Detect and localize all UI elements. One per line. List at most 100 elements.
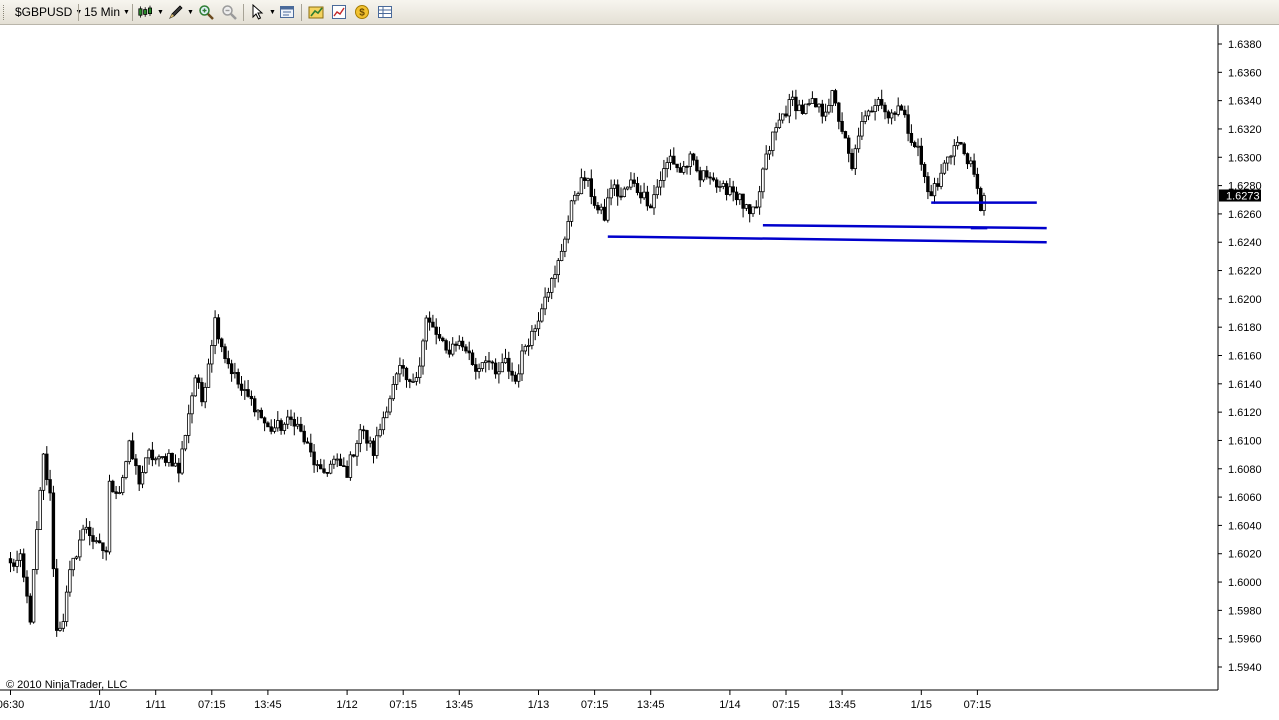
- x-tick-label: 1/13: [528, 699, 549, 711]
- candle-body: [569, 200, 574, 222]
- zoom-out-button[interactable]: [221, 3, 237, 21]
- candle-body: [955, 141, 960, 147]
- candle-body: [566, 220, 570, 240]
- candle-body: [573, 194, 577, 202]
- candle-body: [71, 557, 75, 571]
- candle-body: [190, 395, 194, 415]
- candle-body: [424, 317, 428, 342]
- x-tick-label: 1/11: [145, 699, 166, 711]
- candle-body: [814, 98, 818, 108]
- y-tick-label: 1.6220: [1228, 266, 1262, 278]
- candle-body: [583, 177, 587, 181]
- candle-body: [302, 430, 306, 443]
- candle-body: [698, 170, 702, 181]
- y-tick-label: 1.5980: [1228, 605, 1262, 617]
- candle-body: [761, 168, 765, 193]
- candle-body: [781, 113, 785, 121]
- candle-body: [272, 427, 277, 432]
- candle-body: [675, 163, 679, 169]
- candle-body: [695, 159, 699, 172]
- x-tick-label: 1/14: [719, 699, 740, 711]
- y-tick-label: 1.5960: [1228, 634, 1262, 646]
- candle-body: [348, 454, 353, 478]
- candle-body: [358, 429, 362, 444]
- candle-body: [606, 197, 610, 221]
- candle-body: [206, 363, 211, 388]
- candle-body: [530, 330, 534, 346]
- candle-body: [517, 373, 521, 382]
- price-chart[interactable]: 1.63801.63601.63401.63201.63001.62801.62…: [0, 25, 1279, 720]
- candle-body: [777, 119, 782, 128]
- candle-body: [91, 535, 95, 542]
- instrument-selector[interactable]: $GBPUSD ▼: [15, 3, 82, 21]
- candle-body: [233, 372, 237, 375]
- candle-body: [150, 449, 155, 461]
- candle-body: [536, 320, 541, 330]
- candle-body: [550, 278, 554, 293]
- candle-body: [959, 141, 963, 145]
- candle-body: [305, 441, 310, 444]
- candle-body: [744, 204, 749, 209]
- current-price-label: 1.6273: [1226, 191, 1260, 203]
- data-box-button[interactable]: [377, 3, 393, 21]
- candle-body: [417, 365, 422, 379]
- candle-body: [718, 186, 722, 188]
- candle-body: [741, 193, 745, 209]
- copyright-text: © 2010 NinjaTrader, LLC: [6, 679, 128, 691]
- candle-body: [18, 553, 23, 561]
- strategies-button[interactable]: [308, 3, 324, 21]
- candle-body: [602, 206, 607, 221]
- candle-body: [457, 340, 461, 346]
- y-tick-label: 1.6000: [1228, 577, 1262, 589]
- interval-label: 15 Min: [84, 5, 121, 19]
- candle-body: [289, 416, 293, 420]
- candle-body: [691, 153, 696, 161]
- candle-body: [823, 111, 828, 117]
- y-tick-label: 1.6200: [1228, 294, 1262, 306]
- interval-selector[interactable]: 15 Min ▼: [84, 3, 130, 21]
- toolbar-separator: [243, 4, 244, 21]
- zoom-in-icon: [199, 5, 214, 20]
- candle-body: [394, 373, 399, 385]
- candle-body: [361, 429, 366, 432]
- y-tick-label: 1.6040: [1228, 520, 1262, 532]
- chart-style-button[interactable]: ▼: [138, 3, 164, 21]
- candle-body: [632, 179, 636, 184]
- drawing-tools-button[interactable]: ▼: [168, 3, 194, 21]
- candle-body: [625, 186, 630, 190]
- toolbar-grip[interactable]: [3, 5, 7, 20]
- candle-body: [292, 419, 296, 427]
- candle-body: [219, 338, 224, 348]
- indicators-button[interactable]: [331, 3, 347, 21]
- candle-body: [774, 127, 778, 133]
- candle-body: [391, 384, 395, 400]
- properties-icon: [280, 6, 294, 18]
- x-tick-label: 07:15: [198, 699, 226, 711]
- candle-body: [599, 206, 603, 211]
- y-tick-label: 1.6100: [1228, 435, 1262, 447]
- candle-body: [784, 113, 788, 117]
- candle-body: [946, 156, 950, 164]
- candle-body: [563, 238, 567, 252]
- candle-body: [523, 345, 527, 352]
- zoom-out-icon: [222, 5, 237, 20]
- candle-body: [130, 440, 135, 460]
- currency-button[interactable]: $: [354, 3, 370, 21]
- candle-body: [880, 99, 884, 106]
- properties-button[interactable]: [279, 3, 295, 21]
- candle-body: [447, 349, 452, 355]
- candle-body: [252, 398, 257, 413]
- cursor-mode-button[interactable]: ▼: [250, 3, 276, 21]
- candle-body: [579, 177, 584, 195]
- candle-body: [510, 370, 514, 376]
- candle-body: [843, 131, 848, 139]
- candle-body: [873, 105, 877, 113]
- candle-body: [25, 576, 29, 597]
- candle-body: [315, 464, 320, 467]
- candle-body: [794, 96, 798, 112]
- zoom-in-button[interactable]: [198, 3, 214, 21]
- candle-body: [870, 110, 874, 113]
- candle-body: [609, 187, 613, 199]
- candle-body: [893, 112, 897, 115]
- candle-body: [810, 98, 815, 104]
